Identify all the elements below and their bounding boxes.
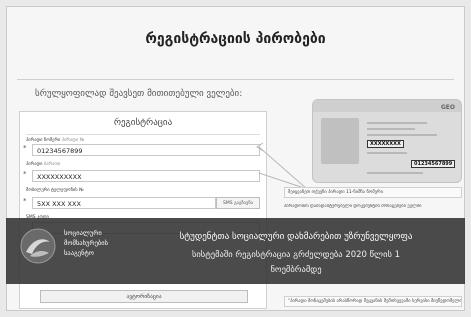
info-line-2: პირადობის დამადასტურებელი დოკუმენტის მონ…: [284, 204, 422, 209]
info-line-1: შეიყვანეთ თქვენი პირადი 11-ნიშნა ნომერი: [284, 187, 462, 198]
agency-name-line-3: სააგენტო: [64, 249, 94, 257]
agency-name-line-1: სოციალური: [64, 229, 102, 237]
pointer-line: [258, 146, 308, 190]
info-line-3: "პირადი მონაცემების არასწორად შეყვანის შ…: [284, 296, 462, 307]
announcement-banner: სოციალური მომსახურების სააგენტო სტუდენტთ…: [6, 218, 465, 284]
banner-subtext-line-1: სისტემაში რეგისტრაცია გრძელდება 2020 წლი…: [191, 250, 401, 260]
pointer-arrow: [256, 142, 264, 152]
agency-logo-icon: [18, 226, 58, 266]
banner-headline: სტუდენტთა სოციალური დახმარებით უზრუნველყ…: [179, 232, 413, 242]
agency-logo-text: სოციალური მომსახურების სააგენტო: [64, 228, 108, 258]
banner-subtext: სისტემაში რეგისტრაცია გრძელდება 2020 წლი…: [146, 248, 446, 278]
banner-subtext-line-2: ნოემბრამდე: [270, 265, 322, 275]
agency-logo-graphic: [20, 228, 56, 264]
agency-name-line-2: მომსახურების: [64, 239, 108, 247]
